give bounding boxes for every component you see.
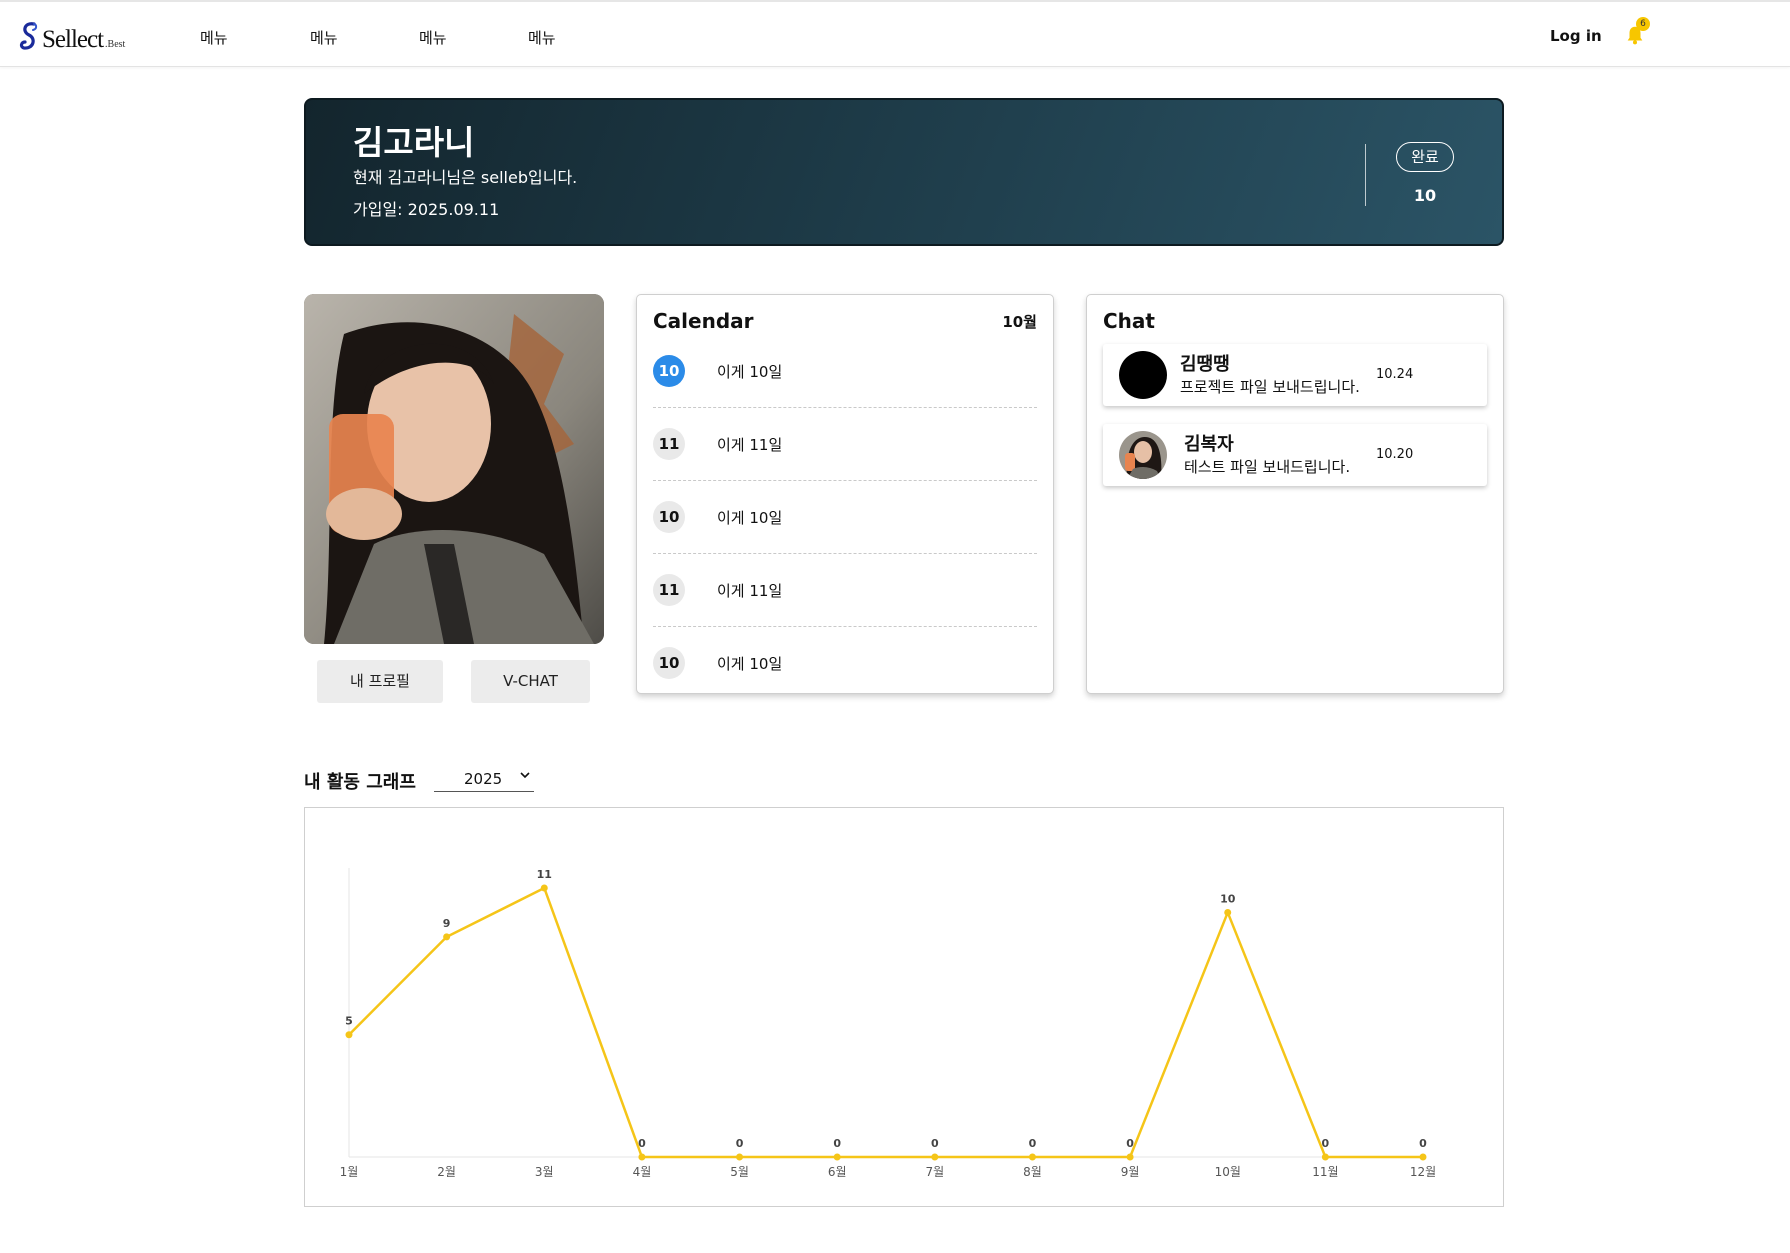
chart-point[interactable] [638, 1153, 646, 1161]
chart-x-tick-label: 12월 [1410, 1165, 1436, 1179]
nav-menu-3[interactable]: 메뉴 [419, 27, 447, 48]
chart-point[interactable] [736, 1153, 744, 1161]
chat-card: Chat 김땡땡 프로젝트 파일 보내드립니다. 10.24 김복자 테스트 파… [1086, 294, 1504, 694]
nav-menu-1[interactable]: 메뉴 [200, 27, 228, 48]
chart-point[interactable] [1419, 1153, 1427, 1161]
activity-line-chart: 5 1월 9 2월 11 3월 0 4월 0 5월 0 6월 0 7월 0 8월 0 9월 10 10월 0 11월 0 12… [340, 868, 1436, 1179]
chart-x-tick-label: 11월 [1312, 1165, 1338, 1179]
join-date: 가입일: 2025.09.11 [353, 200, 500, 219]
chat-item[interactable]: 김땡땡 프로젝트 파일 보내드립니다. 10.24 [1103, 344, 1487, 406]
avatar [1119, 351, 1167, 399]
nav-menu-4[interactable]: 메뉴 [528, 27, 556, 48]
chart-data-label: 9 [443, 917, 451, 930]
logo[interactable]: Sellect .Best [18, 20, 125, 52]
chat-date: 10.24 [1376, 367, 1414, 382]
chart-data-label: 11 [537, 868, 552, 881]
logo-text: Sellect [42, 26, 104, 53]
chart-point[interactable] [1224, 908, 1232, 916]
calendar-card: Calendar 10월 10 이게 10일 11 이게 11일 10 이게 1… [636, 294, 1054, 694]
calendar-text: 이게 10일 [717, 363, 783, 381]
my-profile-button[interactable]: 내 프로필 [317, 660, 443, 703]
profile-photo [304, 294, 604, 644]
chart-x-tick-label: 7월 [925, 1165, 944, 1179]
calendar-day: 10 [653, 647, 685, 679]
calendar-day: 11 [653, 428, 685, 460]
chart-data-label: 0 [736, 1137, 744, 1150]
avatar [1119, 431, 1167, 479]
calendar-day: 10 [653, 355, 685, 387]
top-navigation: Sellect .Best 메뉴 메뉴 메뉴 메뉴 Log in 6 [0, 0, 1790, 67]
logo-mark-icon [19, 22, 38, 50]
chart-data-label: 0 [931, 1137, 939, 1150]
calendar-item[interactable]: 10 이게 10일 [653, 627, 1037, 693]
chart-point[interactable] [1028, 1153, 1036, 1161]
chart-data-label: 0 [1419, 1137, 1427, 1150]
chart-point[interactable] [931, 1153, 939, 1161]
chart-data-label: 0 [1029, 1137, 1037, 1150]
chart-x-tick-label: 8월 [1023, 1165, 1042, 1179]
chart-x-tick-label: 1월 [340, 1165, 359, 1179]
chat-name: 김땡땡 [1180, 354, 1230, 375]
profile-banner: 김고라니 현재 김고라니님은 selleb입니다. 가입일: 2025.09.1… [304, 98, 1504, 246]
chart-x-tick-label: 5월 [730, 1165, 749, 1179]
banner-divider [1365, 144, 1366, 206]
calendar-text: 이게 11일 [717, 436, 783, 454]
calendar-item[interactable]: 10 이게 10일 [653, 335, 1037, 408]
logo-subtext: .Best [105, 39, 126, 50]
vchat-button[interactable]: V-CHAT [471, 660, 590, 703]
calendar-text: 이게 10일 [717, 655, 783, 673]
complete-badge[interactable]: 완료 [1396, 142, 1454, 172]
chart-x-tick-label: 10월 [1215, 1165, 1241, 1179]
chart-point[interactable] [540, 884, 548, 892]
chart-data-label: 0 [833, 1137, 841, 1150]
chat-date: 10.20 [1376, 447, 1414, 462]
chart-point[interactable] [1321, 1153, 1329, 1161]
complete-count: 10 [1413, 186, 1437, 205]
activity-graph: 5 1월 9 2월 11 3월 0 4월 0 5월 0 6월 0 7월 0 8월 0 9월 10 10월 0 11월 0 12… [304, 807, 1504, 1207]
chart-x-tick-label: 3월 [535, 1165, 554, 1179]
calendar-title: Calendar [653, 309, 754, 333]
chart-data-label: 0 [1126, 1137, 1134, 1150]
chart-x-tick-label: 4월 [633, 1165, 652, 1179]
chevron-down-icon [520, 772, 530, 779]
profile-photo-image [304, 294, 604, 644]
activity-graph-title: 내 활동 그래프 [304, 772, 416, 793]
nav-menu-2[interactable]: 메뉴 [310, 27, 338, 48]
chat-item[interactable]: 김복자 테스트 파일 보내드립니다. 10.20 [1103, 424, 1487, 486]
chat-message: 프로젝트 파일 보내드립니다. [1180, 378, 1360, 396]
notification-badge: 6 [1636, 17, 1650, 31]
login-link[interactable]: Log in [1550, 27, 1602, 45]
chart-x-tick-label: 9월 [1121, 1165, 1140, 1179]
chart-point[interactable] [833, 1153, 841, 1161]
chat-message: 테스트 파일 보내드립니다. [1184, 458, 1351, 476]
calendar-month: 10월 [1002, 313, 1037, 331]
avatar-photo [1119, 431, 1167, 479]
chat-name: 김복자 [1184, 434, 1234, 455]
calendar-text: 이게 11일 [717, 582, 783, 600]
calendar-day: 10 [653, 501, 685, 533]
calendar-item[interactable]: 11 이게 11일 [653, 554, 1037, 627]
chat-title: Chat [1103, 309, 1155, 333]
chart-point[interactable] [1126, 1153, 1134, 1161]
year-select-value: 2025 [464, 770, 503, 788]
calendar-item[interactable]: 11 이게 11일 [653, 408, 1037, 481]
calendar-day: 11 [653, 574, 685, 606]
chart-x-tick-label: 6월 [828, 1165, 847, 1179]
calendar-item[interactable]: 10 이게 10일 [653, 481, 1037, 554]
chart-data-label: 0 [1322, 1137, 1330, 1150]
chart-data-label: 0 [638, 1137, 646, 1150]
calendar-text: 이게 10일 [717, 509, 783, 527]
chart-data-label: 10 [1220, 892, 1236, 905]
year-select[interactable]: 2025 [434, 768, 534, 792]
chart-x-tick-label: 2월 [437, 1165, 456, 1179]
chart-point[interactable] [443, 933, 451, 941]
chart-series-line [348, 886, 1423, 1159]
chart-point[interactable] [345, 1031, 353, 1039]
user-name: 김고라니 [353, 123, 475, 162]
user-status-text: 현재 김고라니님은 selleb입니다. [353, 168, 578, 187]
chart-data-label: 5 [345, 1015, 353, 1028]
